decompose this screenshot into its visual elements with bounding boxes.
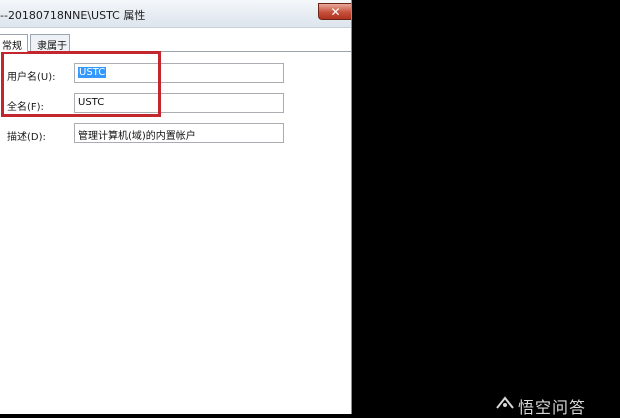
- close-button[interactable]: ✕: [318, 3, 351, 20]
- description-label: 描述(D):: [7, 132, 46, 143]
- tab-member-of[interactable]: 隶属于: [30, 34, 70, 52]
- close-icon: ✕: [330, 4, 341, 19]
- watermark-logo-icon: [496, 396, 514, 409]
- red-highlight-annotation: [1, 51, 161, 117]
- title-bar: --20180718NNE\USTC 属性 ✕: [0, 0, 351, 28]
- description-input[interactable]: 管理计算机(域)的内置帐户: [74, 123, 284, 143]
- user-properties-dialog: --20180718NNE\USTC 属性 ✕ 常规 隶属于 用户名(U): U…: [0, 0, 352, 414]
- window-title: --20180718NNE\USTC 属性: [0, 9, 146, 22]
- tab-general[interactable]: 常规: [0, 34, 28, 52]
- watermark-text: 悟空问答: [518, 398, 587, 417]
